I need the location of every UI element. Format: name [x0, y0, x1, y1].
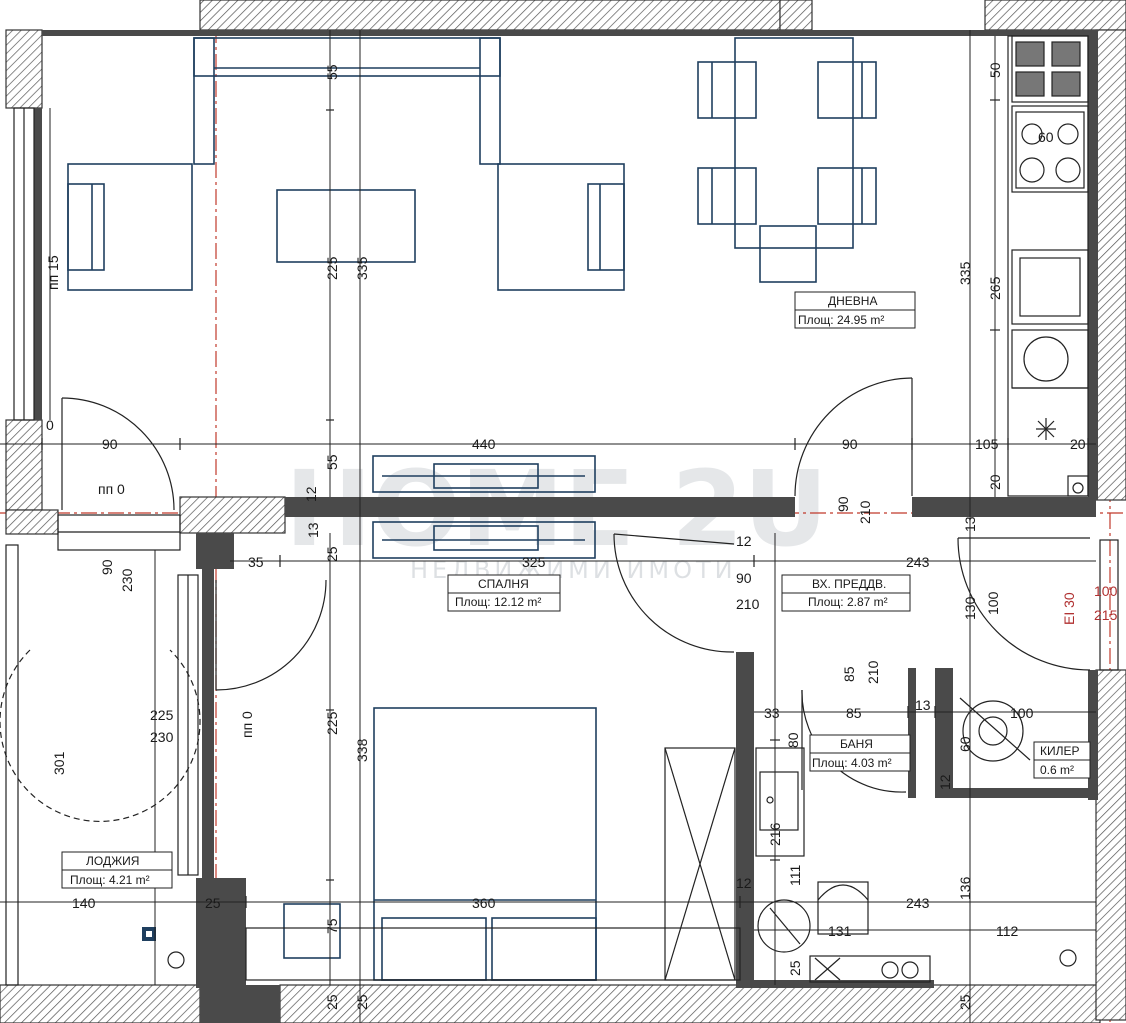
svg-text:136: 136: [957, 876, 973, 900]
svg-text:Площ: 2.87 m²: Площ: 2.87 m²: [808, 595, 888, 609]
sofa: [193, 37, 501, 165]
svg-text:12: 12: [736, 533, 752, 549]
svg-text:25: 25: [205, 895, 221, 911]
svg-text:243: 243: [906, 895, 930, 911]
svg-text:12: 12: [303, 486, 319, 502]
svg-text:пп 0: пп 0: [98, 481, 125, 497]
room-label-loggia: ЛОДЖИЯ Площ: 4.21 m²: [61, 851, 173, 889]
svg-text:55: 55: [324, 454, 340, 470]
svg-text:230: 230: [150, 729, 174, 745]
svg-text:ВХ. ПРЕДДВ.: ВХ. ПРЕДДВ.: [812, 577, 886, 591]
svg-text:243: 243: [906, 554, 930, 570]
svg-text:50: 50: [987, 62, 1003, 78]
svg-text:210: 210: [865, 660, 881, 684]
svg-text:СПАЛНЯ: СПАЛНЯ: [478, 577, 529, 591]
wardrobe-right: [664, 747, 736, 981]
svg-text:КИЛЕР: КИЛЕР: [1040, 744, 1080, 758]
boiler-icon: [757, 899, 811, 953]
svg-text:85: 85: [841, 666, 857, 682]
svg-text:25: 25: [787, 960, 803, 976]
bathroom-fixtures: [755, 747, 931, 983]
svg-text:301: 301: [51, 751, 67, 775]
svg-text:12: 12: [736, 875, 752, 891]
svg-text:360: 360: [472, 895, 496, 911]
svg-text:105: 105: [975, 436, 999, 452]
armchair-left: [67, 163, 193, 291]
svg-text:140: 140: [72, 895, 96, 911]
svg-text:ДНЕВНА: ДНЕВНА: [828, 294, 877, 308]
svg-text:пп 0: пп 0: [239, 711, 255, 738]
room-label-living: ДНЕВНА Площ: 24.95 m²: [794, 291, 916, 329]
room-label-hall: ВХ. ПРЕДДВ. Площ: 2.87 m²: [781, 574, 911, 612]
svg-text:20: 20: [1070, 436, 1086, 452]
svg-text:216: 216: [767, 822, 783, 846]
svg-text:225: 225: [150, 707, 174, 723]
svg-text:100: 100: [1094, 583, 1118, 599]
svg-text:БАНЯ: БАНЯ: [840, 737, 873, 751]
svg-text:33: 33: [764, 705, 780, 721]
svg-text:230: 230: [119, 568, 135, 592]
bed: [373, 707, 597, 981]
svg-text:60: 60: [1038, 129, 1054, 145]
svg-text:25: 25: [354, 994, 370, 1010]
svg-text:335: 335: [354, 256, 370, 280]
svg-text:338: 338: [354, 738, 370, 762]
svg-text:35: 35: [248, 554, 264, 570]
svg-text:60: 60: [957, 736, 973, 752]
svg-text:20: 20: [987, 474, 1003, 490]
svg-text:0: 0: [46, 417, 54, 433]
kitchen-line: [1007, 35, 1089, 497]
svg-text:EI 30: EI 30: [1061, 592, 1077, 625]
svg-text:85: 85: [846, 705, 862, 721]
room-label-bath: БАНЯ Площ: 4.03 m²: [809, 734, 911, 772]
svg-text:225: 225: [324, 256, 340, 280]
svg-text:Площ: 12.12 m²: Площ: 12.12 m²: [455, 595, 541, 609]
svg-text:25: 25: [324, 994, 340, 1010]
svg-text:12: 12: [937, 774, 953, 790]
coffee-table: [276, 189, 416, 263]
svg-text:75: 75: [324, 918, 340, 934]
svg-text:25: 25: [957, 994, 973, 1010]
svg-text:215: 215: [1094, 607, 1118, 623]
svg-text:111: 111: [787, 865, 803, 886]
armchair-right: [497, 163, 625, 291]
svg-text:13: 13: [915, 697, 931, 713]
room-label-pantry: КИЛЕР 0.6 m²: [1033, 741, 1091, 779]
dining-table: [697, 37, 877, 283]
bed-radiator: [245, 927, 741, 981]
svg-text:335: 335: [957, 261, 973, 285]
svg-text:ЛОДЖИЯ: ЛОДЖИЯ: [86, 854, 139, 868]
svg-text:265: 265: [987, 276, 1003, 300]
svg-text:210: 210: [857, 500, 873, 524]
svg-text:25: 25: [324, 546, 340, 562]
svg-text:130: 130: [962, 596, 978, 620]
svg-text:90: 90: [842, 436, 858, 452]
svg-text:131: 131: [828, 923, 852, 939]
svg-text:90: 90: [99, 559, 115, 575]
svg-text:440: 440: [472, 436, 496, 452]
svg-text:90: 90: [835, 496, 851, 512]
svg-text:Площ: 4.21 m²: Площ: 4.21 m²: [70, 873, 150, 887]
svg-text:0.6 m²: 0.6 m²: [1040, 763, 1074, 777]
svg-text:55: 55: [324, 64, 340, 80]
svg-text:100: 100: [985, 591, 1001, 615]
svg-text:13: 13: [305, 522, 321, 538]
svg-text:100: 100: [1010, 705, 1034, 721]
svg-text:80: 80: [785, 732, 801, 748]
svg-text:325: 325: [522, 554, 546, 570]
svg-text:90: 90: [736, 570, 752, 586]
svg-text:112: 112: [996, 923, 1019, 939]
svg-text:пп 15: пп 15: [45, 255, 61, 290]
floor-plan: HOME 2U НЕДВИЖИМИ ИМОТИ 55 225 335 55 90…: [0, 0, 1126, 1023]
svg-text:210: 210: [736, 596, 760, 612]
svg-text:Площ: 24.95 m²: Площ: 24.95 m²: [798, 313, 884, 327]
svg-text:225: 225: [324, 711, 340, 735]
svg-text:90: 90: [102, 436, 118, 452]
svg-text:Площ: 4.03 m²: Площ: 4.03 m²: [812, 756, 892, 770]
svg-text:13: 13: [962, 516, 978, 532]
room-label-bedroom: СПАЛНЯ Площ: 12.12 m²: [447, 574, 561, 612]
